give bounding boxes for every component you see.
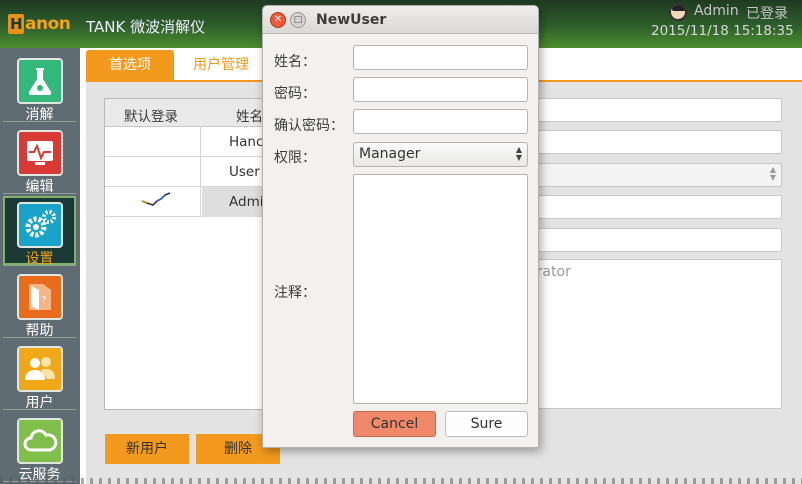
user-name-cell: Admi <box>229 194 264 210</box>
sidebar-item-label: 用户 <box>25 395 54 411</box>
dialog-titlebar: ✕ □ NewUser <box>263 6 538 34</box>
note-textarea[interactable] <box>353 174 528 404</box>
confirm-password-input[interactable] <box>353 109 528 134</box>
dialog-title: NewUser <box>316 12 387 28</box>
name-label: 姓名： <box>274 54 316 70</box>
cancel-button[interactable]: Cancel <box>353 411 436 437</box>
table-header: 默认登录 姓名 <box>105 99 265 127</box>
confirm-password-label: 确认密码： <box>274 118 344 134</box>
table-row[interactable]: User <box>105 157 265 187</box>
new-user-button[interactable]: 新用户 <box>105 434 189 464</box>
sidebar-item-help[interactable]: ? 帮助 <box>3 268 76 339</box>
svg-text:?: ? <box>41 295 46 306</box>
app-window: H anon TANK 微波消解仪 Admin 已登录 2015/11/18 1… <box>0 0 802 484</box>
name-input[interactable] <box>353 45 528 70</box>
detail-note-area[interactable] <box>520 259 782 409</box>
note-label: 注释： <box>274 285 316 301</box>
sure-button[interactable]: Sure <box>445 411 528 437</box>
brand-logo: H anon <box>8 12 71 36</box>
detail-name-field[interactable] <box>520 98 782 122</box>
cloud-icon <box>17 418 63 464</box>
maximize-icon[interactable]: □ <box>290 12 306 28</box>
flask-icon <box>17 58 63 104</box>
default-login-cell <box>105 127 201 157</box>
user-name-cell: User <box>229 164 260 180</box>
select-arrows-icon: ▲ ▼ <box>769 165 776 182</box>
sidebar-item-users[interactable]: 用户 <box>3 340 76 411</box>
monitor-chart-icon <box>17 130 63 176</box>
sidebar: 消解 编辑 设置 ? 帮助 用户 云服务 <box>0 48 80 484</box>
permission-value: Manager <box>359 146 421 162</box>
new-user-dialog: ✕ □ NewUser 姓名： 密码： 确认密码： 权限： Manager ▲ ▼… <box>262 5 539 448</box>
detail-field-4[interactable] <box>520 195 782 219</box>
detail-field-5[interactable] <box>520 228 782 252</box>
users-icon <box>17 346 63 392</box>
select-arrows-icon: ▲ ▼ <box>515 145 522 162</box>
sidebar-item-cloud[interactable]: 云服务 <box>3 412 76 483</box>
checkmark-icon <box>141 192 171 206</box>
sidebar-item-digest[interactable]: 消解 <box>3 52 76 123</box>
gears-icon <box>17 202 63 248</box>
logo-mark: H <box>8 14 24 34</box>
close-icon[interactable]: ✕ <box>270 12 286 28</box>
table-row-selected[interactable]: Admi <box>105 187 265 217</box>
tab-user-management[interactable]: 用户管理 <box>178 50 264 80</box>
sidebar-item-label: 帮助 <box>25 323 54 339</box>
sidebar-item-edit[interactable]: 编辑 <box>3 124 76 195</box>
column-header-name: 姓名 <box>236 109 263 125</box>
bottom-divider <box>0 478 802 484</box>
column-header-default-login: 默认登录 <box>124 109 178 125</box>
password-input[interactable] <box>353 77 528 102</box>
user-avatar-icon <box>669 3 687 21</box>
table-row[interactable]: Hanc <box>105 127 265 157</box>
app-title: TANK 微波消解仪 <box>86 18 206 36</box>
sidebar-item-settings[interactable]: 设置 <box>3 196 76 267</box>
sidebar-item-label: 消解 <box>25 107 54 123</box>
login-status: 已登录 <box>746 6 788 22</box>
permission-label: 权限： <box>274 150 316 166</box>
datetime-display: 2015/11/18 15:18:35 <box>651 23 794 39</box>
default-login-cell <box>105 157 201 187</box>
detail-permission-select[interactable]: ▲ ▼ <box>520 163 782 187</box>
sidebar-item-label: 设置 <box>25 251 54 267</box>
password-label: 密码： <box>274 86 316 102</box>
logo-text: anon <box>25 14 71 34</box>
detail-password-field[interactable] <box>520 130 782 154</box>
permission-select[interactable]: Manager ▲ ▼ <box>353 142 528 167</box>
default-login-cell <box>105 187 201 217</box>
user-table: 默认登录 姓名 Hanc User Admi <box>104 98 265 410</box>
tab-preferences[interactable]: 首选项 <box>86 50 174 80</box>
help-book-icon: ? <box>17 274 63 320</box>
current-user-name: Admin <box>694 3 739 19</box>
user-name-cell: Hanc <box>229 134 264 150</box>
sidebar-item-label: 编辑 <box>25 179 54 195</box>
